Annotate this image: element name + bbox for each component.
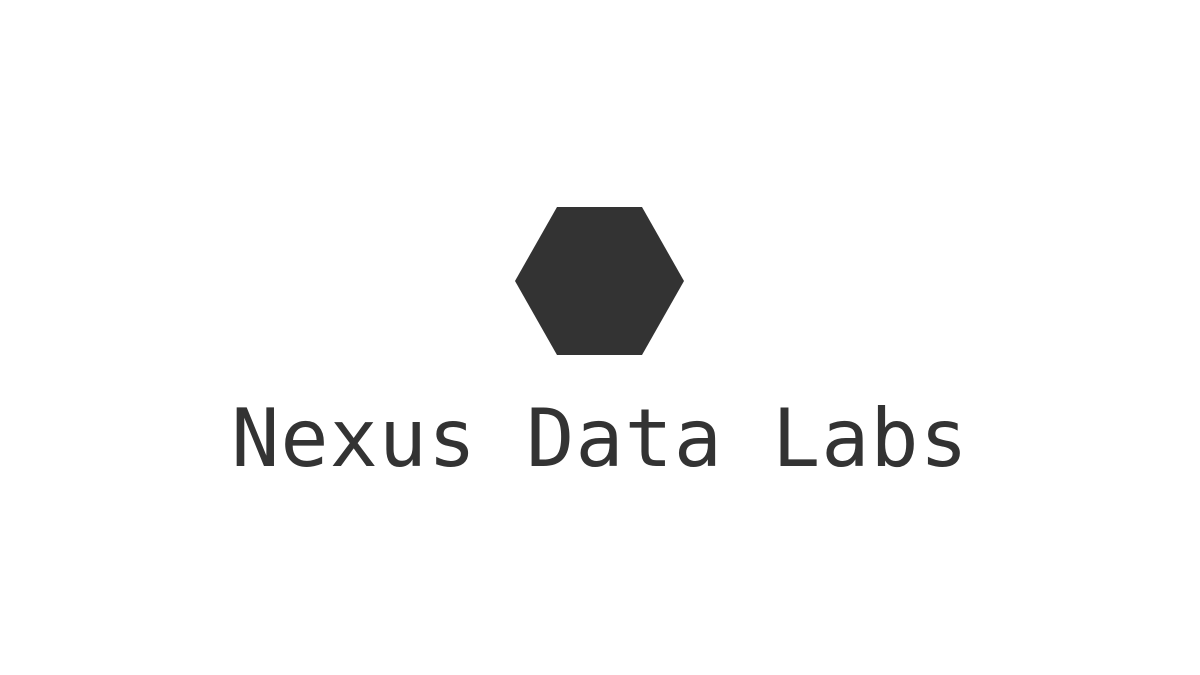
brand-name: Nexus Data Labs [231, 392, 969, 485]
brand-splash: Nexus Data Labs [0, 0, 1200, 675]
hexagon-shape [515, 207, 684, 355]
hexagon-icon [515, 207, 684, 355]
